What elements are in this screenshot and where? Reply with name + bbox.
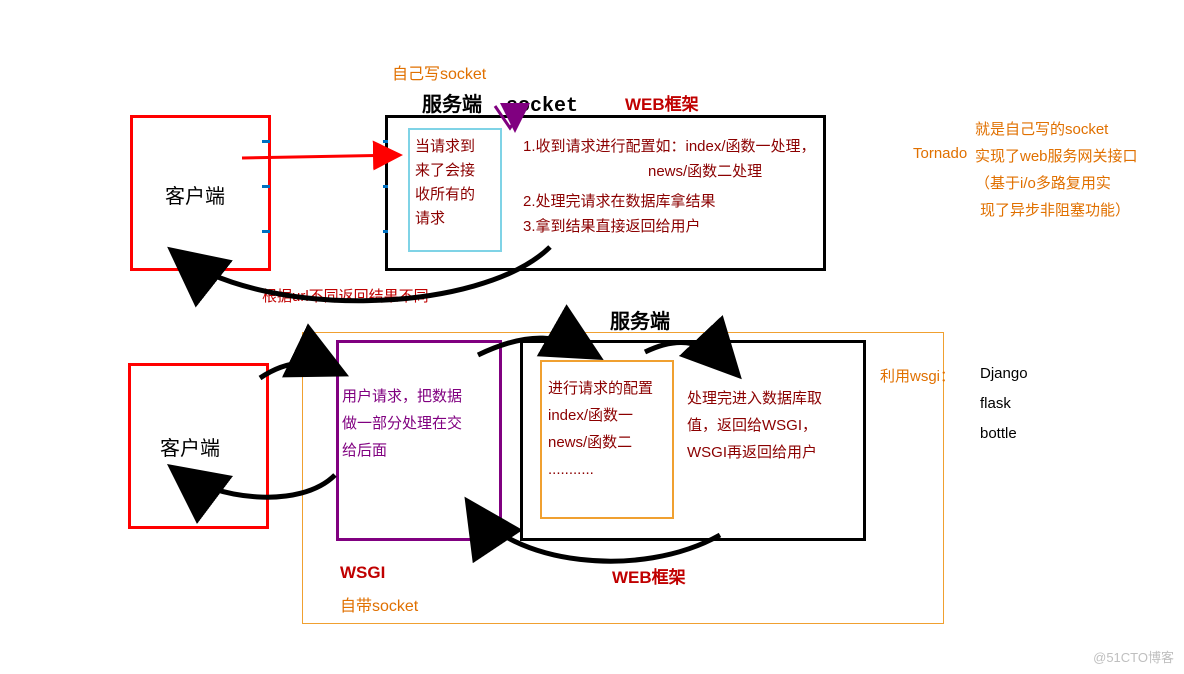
arrow-config-to-process: [645, 342, 735, 372]
arrow-client-to-server-top: [242, 155, 400, 158]
arrow-wsgi-to-client: [175, 470, 335, 497]
arrow-return-top: [175, 247, 550, 301]
arrows-overlay: [0, 0, 1184, 674]
arrow-process-to-wsgi: [470, 505, 720, 561]
arrow-wsgi-to-config: [478, 338, 595, 355]
arrow-purple-v: [495, 106, 525, 128]
arrow-client-to-wsgi: [260, 363, 340, 378]
